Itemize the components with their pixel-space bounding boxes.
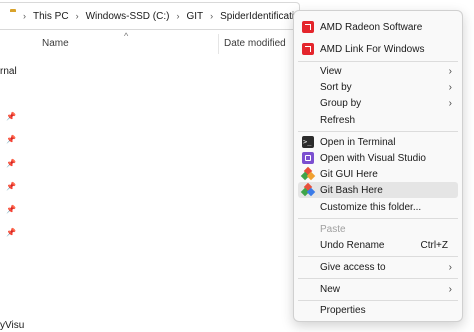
terminal-icon (302, 136, 314, 148)
menu-separator (298, 300, 458, 301)
breadcrumb-this-pc[interactable]: This PC (33, 11, 69, 22)
menu-separator (298, 218, 458, 219)
menu-item-undo-rename[interactable]: Undo Rename Ctrl+Z (298, 237, 458, 253)
menu-separator (298, 131, 458, 132)
pin-icon: 📌 (6, 205, 16, 214)
chevron-right-icon: › (448, 97, 452, 109)
column-divider[interactable] (218, 34, 219, 54)
chevron-right-icon: › (448, 65, 452, 77)
amd-icon (302, 21, 314, 33)
menu-item-amd-link[interactable]: AMD Link For Windows (298, 41, 458, 57)
menu-item-sort-by[interactable]: Sort by › (298, 79, 458, 95)
menu-item-git-bash-here[interactable]: Git Bash Here (298, 182, 458, 198)
chevron-right-icon: › (448, 261, 452, 273)
menu-item-open-in-terminal[interactable]: Open in Terminal (298, 134, 458, 150)
pin-icon: 📌 (6, 228, 16, 237)
visual-studio-icon (302, 152, 314, 164)
chevron-right-icon: › (448, 81, 452, 93)
git-gui-icon (300, 166, 316, 181)
menu-item-refresh[interactable]: Refresh (298, 112, 458, 128)
menu-item-new[interactable]: New › (298, 281, 458, 297)
chevron-right-icon: › (448, 283, 452, 295)
chevron-right-icon: › (75, 11, 79, 21)
menu-item-amd-radeon-software[interactable]: AMD Radeon Software (298, 19, 458, 35)
menu-item-paste: Paste (320, 223, 346, 235)
column-header-name[interactable]: Name (42, 38, 69, 49)
nav-item-terminal[interactable]: rnal (0, 66, 17, 77)
chevron-right-icon: › (23, 11, 26, 21)
nav-item-visual-studio[interactable]: yVisu (0, 320, 24, 331)
pin-icon: 📌 (6, 112, 16, 121)
menu-item-git-gui-here[interactable]: Git GUI Here (298, 166, 458, 182)
address-bar[interactable]: › This PC › Windows-SSD (C:) › GIT › Spi… (0, 2, 322, 30)
sort-ascending-icon: ^ (124, 31, 129, 41)
menu-separator (298, 256, 458, 257)
menu-item-give-access-to[interactable]: Give access to › (298, 259, 458, 275)
column-header-date-modified[interactable]: Date modified (224, 38, 286, 49)
amd-icon (302, 43, 314, 55)
breadcrumb-windows-ssd[interactable]: Windows-SSD (C:) (86, 11, 170, 22)
pin-icon: 📌 (6, 182, 16, 191)
chevron-right-icon: › (210, 11, 214, 21)
breadcrumb-git[interactable]: GIT (186, 11, 203, 22)
menu-separator (298, 278, 458, 279)
menu-separator (298, 61, 458, 62)
menu-item-properties[interactable]: Properties (298, 302, 458, 318)
context-menu: AMD Radeon Software AMD Link For Windows… (293, 10, 463, 322)
menu-item-open-with-visual-studio[interactable]: Open with Visual Studio (298, 150, 458, 166)
menu-item-customize-folder[interactable]: Customize this folder... (298, 199, 458, 215)
pin-icon: 📌 (6, 159, 16, 168)
git-bash-icon (300, 182, 316, 197)
pin-icon: 📌 (6, 135, 16, 144)
menu-item-group-by[interactable]: Group by › (298, 95, 458, 111)
menu-item-view[interactable]: View › (298, 63, 458, 79)
shortcut-label: Ctrl+Z (420, 239, 449, 251)
chevron-right-icon: › (176, 11, 180, 21)
